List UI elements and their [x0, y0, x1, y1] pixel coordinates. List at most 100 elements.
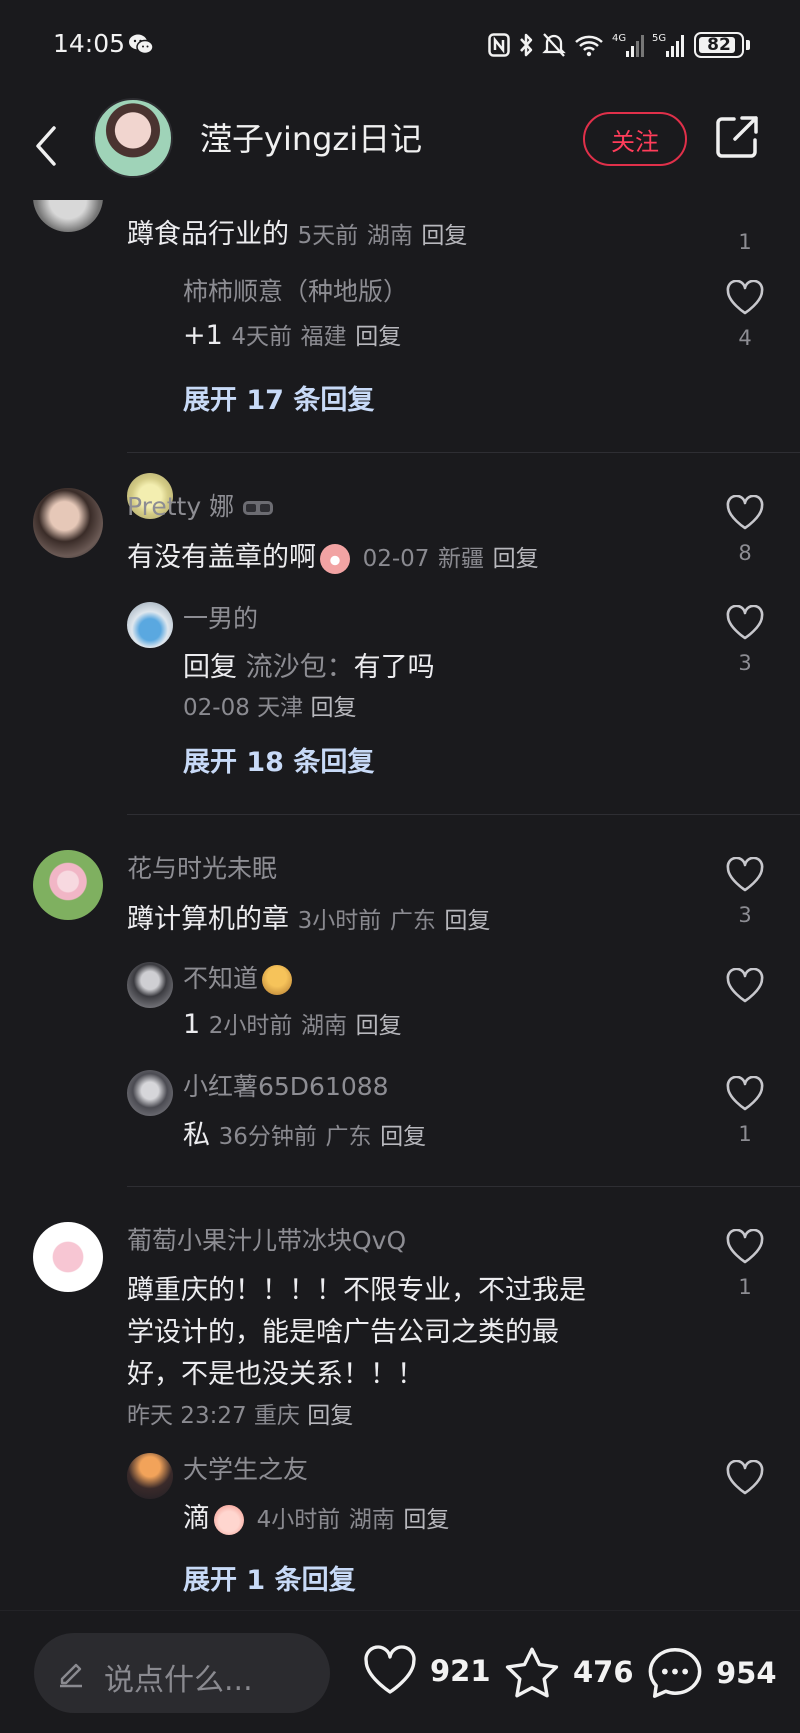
- wechat-icon: [129, 34, 154, 55]
- reply-avatar[interactable]: [127, 962, 173, 1008]
- comment-avatar[interactable]: [33, 488, 103, 558]
- heart-icon[interactable]: [725, 1460, 765, 1496]
- shrug-emoji-icon: [262, 965, 293, 995]
- reply-button[interactable]: 回复: [355, 324, 401, 350]
- comment-text-line-3: 好，不是也没关系！！！: [127, 1359, 424, 1390]
- like-count: 1: [738, 230, 752, 254]
- nfc-icon: [488, 33, 510, 57]
- battery-indicator: 82: [694, 32, 744, 58]
- comment-text-line-1: 蹲重庆的！！！！不限专业，不过我是: [127, 1275, 586, 1306]
- heart-icon[interactable]: [362, 1645, 418, 1697]
- wifi-icon: [575, 35, 603, 57]
- like-count: 4: [738, 326, 752, 350]
- comment-meta: 昨天 23:27 重庆 回复: [127, 1403, 354, 1429]
- reply-author-name[interactable]: 小红薯65D61088: [183, 1067, 389, 1103]
- like-count: 1: [738, 1275, 752, 1299]
- like-button[interactable]: [723, 968, 767, 1004]
- comment-input[interactable]: 说点什么...: [34, 1633, 330, 1713]
- reply-text: 1 2小时前 湖南 回复: [183, 1009, 402, 1040]
- heart-icon[interactable]: [725, 968, 765, 1004]
- heart-icon[interactable]: [725, 280, 765, 316]
- divider: [127, 452, 800, 453]
- like-button[interactable]: 1: [723, 1076, 767, 1146]
- like-button[interactable]: 3: [723, 857, 767, 927]
- reply-author-name[interactable]: 不知道: [183, 959, 296, 995]
- comment-avatar[interactable]: [33, 1222, 103, 1292]
- reply-button[interactable]: 回复: [380, 1124, 426, 1150]
- bluetooth-icon: [520, 33, 533, 57]
- reply-button[interactable]: 回复: [493, 546, 539, 572]
- expand-replies-button[interactable]: 展开 17 条回复: [183, 378, 374, 417]
- comment-time: 5天前: [297, 223, 359, 249]
- comment-author-name[interactable]: Pretty 娜: [127, 487, 274, 523]
- divider: [127, 814, 800, 815]
- like-count: 3: [738, 651, 752, 675]
- comment-text: 有没有盖章的啊 02-07 新疆 回复: [127, 542, 539, 574]
- follow-button[interactable]: 关注: [583, 112, 687, 166]
- author-name[interactable]: 滢子yingzi日记: [200, 114, 422, 160]
- expand-replies-button[interactable]: 展开 18 条回复: [183, 740, 374, 779]
- signal-5g-icon: 5G: [652, 33, 684, 57]
- heart-icon[interactable]: [725, 857, 765, 893]
- reply-button[interactable]: 回复: [356, 1013, 402, 1039]
- like-count: 3: [738, 903, 752, 927]
- like-button[interactable]: 8: [723, 495, 767, 565]
- author-avatar[interactable]: [93, 98, 173, 178]
- reply-button[interactable]: 回复: [421, 223, 467, 249]
- svg-text:4G: 4G: [612, 33, 626, 44]
- reply-author-name[interactable]: 大学生之友: [183, 1450, 308, 1486]
- battery-level: 82: [707, 35, 731, 55]
- like-button[interactable]: 4: [723, 280, 767, 350]
- favorite-total: 476: [573, 1655, 634, 1689]
- reply-author-name[interactable]: 柿柿顺意（种地版）: [183, 272, 408, 308]
- vr-goggles-icon: [243, 501, 274, 515]
- reply-text: 回复 流沙包：有了吗: [183, 652, 435, 683]
- like-stat[interactable]: 921: [362, 1645, 491, 1697]
- reply-meta: 02-08 天津 回复: [183, 695, 357, 721]
- comment-text: 蹲计算机的章 3小时前 广东 回复: [127, 904, 491, 935]
- reply-button[interactable]: 回复: [403, 1507, 449, 1533]
- share-icon[interactable]: [712, 112, 762, 162]
- like-total: 921: [430, 1654, 491, 1688]
- comment-location: 湖南: [366, 223, 413, 249]
- reply-author-name[interactable]: 一男的: [183, 599, 258, 635]
- favorite-stat[interactable]: 476: [503, 1645, 634, 1699]
- reply-button[interactable]: 回复: [310, 695, 356, 721]
- mute-icon: [542, 33, 566, 57]
- bottom-action-bar: 说点什么... 921 476 954: [0, 1610, 800, 1733]
- comment-text-line-2: 学设计的，能是啥广告公司之类的最: [127, 1317, 559, 1348]
- comment-stat[interactable]: 954: [646, 1645, 777, 1701]
- like-button[interactable]: 1: [723, 1229, 767, 1299]
- comment-bubble-icon[interactable]: [646, 1645, 704, 1701]
- back-icon[interactable]: [28, 118, 68, 174]
- pen-icon: [60, 1663, 82, 1688]
- expand-replies-button[interactable]: 展开 1 条回复: [183, 1558, 356, 1597]
- comment-avatar[interactable]: [33, 200, 103, 232]
- comment-list[interactable]: 蹲食品行业的 5天前 湖南 回复 1 柿柿顺意（种地版） +1 4天前 福建 回…: [0, 200, 800, 1610]
- reply-button[interactable]: 回复: [307, 1403, 353, 1429]
- heart-icon[interactable]: [725, 1229, 765, 1265]
- star-icon[interactable]: [503, 1645, 561, 1699]
- heart-icon[interactable]: [725, 605, 765, 641]
- comment-author-name[interactable]: 葡萄小果汁儿带冰块QvQ: [127, 1221, 406, 1257]
- header: 滢子yingzi日记 关注: [0, 90, 800, 200]
- reply-text: 私 36分钟前 广东 回复: [183, 1120, 427, 1151]
- like-button[interactable]: 3: [723, 605, 767, 675]
- reply-text: 滴 4小时前 湖南 回复: [183, 1503, 450, 1535]
- heart-icon[interactable]: [725, 495, 765, 531]
- crying-emoji-icon: [320, 543, 350, 574]
- reply-button[interactable]: 回复: [444, 908, 490, 934]
- like-count: 8: [738, 541, 752, 565]
- heart-icon[interactable]: [725, 1076, 765, 1112]
- comment-author-name[interactable]: 花与时光未眠: [127, 849, 277, 885]
- comment-total: 954: [716, 1656, 777, 1690]
- like-button[interactable]: [723, 1460, 767, 1496]
- reply-avatar[interactable]: [127, 1070, 173, 1116]
- comment-avatar[interactable]: [33, 850, 103, 920]
- comment-input-placeholder[interactable]: 说点什么...: [104, 1655, 253, 1699]
- reply-avatar[interactable]: [127, 602, 173, 648]
- reply-to-name[interactable]: 流沙包：: [246, 652, 354, 683]
- peach-emoji-icon: [214, 1504, 244, 1535]
- status-time: 14:05: [53, 29, 126, 58]
- reply-avatar[interactable]: [127, 1453, 173, 1499]
